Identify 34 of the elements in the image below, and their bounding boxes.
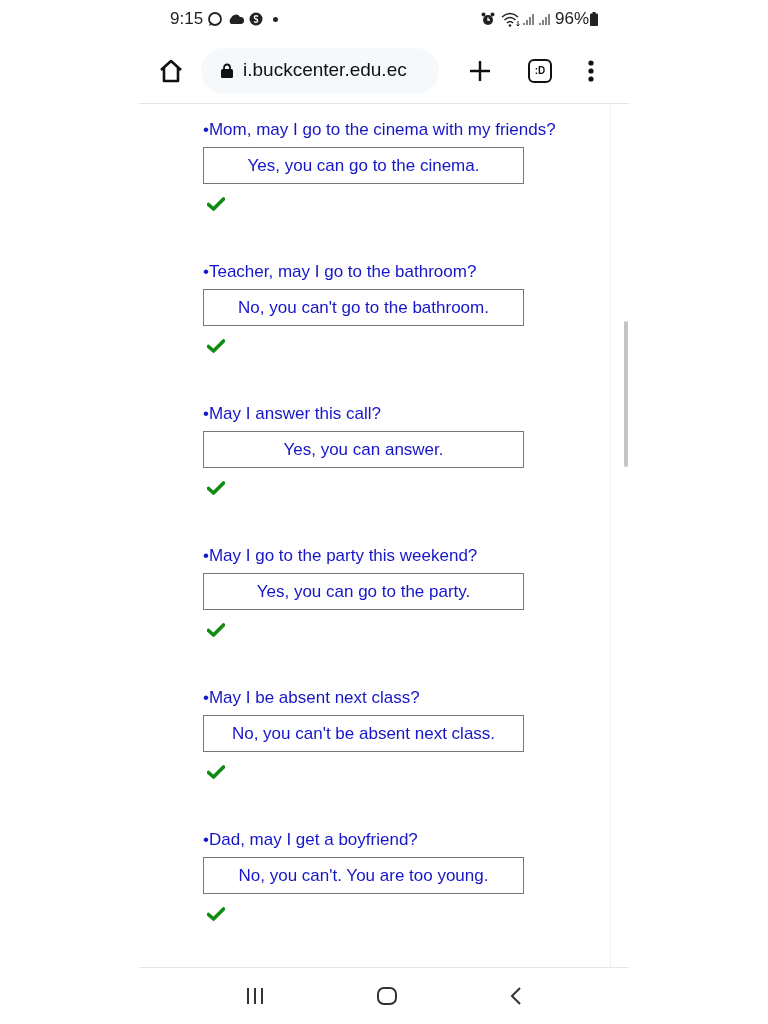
signal-icon <box>538 13 551 25</box>
question-text: •Dad, may I get a boyfriend? <box>203 829 419 851</box>
question-text: •May I be absent next class? <box>203 687 421 709</box>
question-text: •Teacher, may I go to the bathroom? <box>203 261 478 283</box>
alarm-icon <box>480 12 495 26</box>
question-text: •Mom, may I go to the cinema with my friends? <box>203 119 557 141</box>
plus-icon[interactable] <box>469 59 491 82</box>
battery-percent: 96% <box>554 8 589 31</box>
home-icon[interactable] <box>376 986 398 1006</box>
battery-icon <box>590 12 598 26</box>
home-icon[interactable] <box>158 58 184 83</box>
url-text: i.buckcenter.edu.ec <box>243 58 407 83</box>
clock-time: 9:15 <box>170 8 204 31</box>
answer-field[interactable]: Yes, you can go to the cinema. <box>203 147 524 184</box>
answer-field[interactable]: No, you can't be absent next class. <box>203 715 524 752</box>
signal-icon <box>522 13 535 25</box>
lock-icon <box>221 63 233 78</box>
answer-field[interactable]: No, you can't. You are too young. <box>203 857 524 894</box>
more-menu-icon[interactable] <box>588 59 594 82</box>
tab-switcher-button[interactable]: :D <box>528 58 552 83</box>
answer-field[interactable]: Yes, you can answer. <box>203 431 524 468</box>
wifi-icon <box>500 11 521 27</box>
recent-apps-icon[interactable] <box>244 987 265 1005</box>
chat-bubble-icon <box>207 11 224 27</box>
circle-badge-icon <box>249 12 264 26</box>
answer-field[interactable]: Yes, you can go to the party. <box>203 573 524 610</box>
dot-icon <box>273 16 279 22</box>
question-text: •May I answer this call? <box>203 403 382 425</box>
question-text: •May I go to the party this weekend? <box>203 545 479 567</box>
back-icon[interactable] <box>509 986 524 1006</box>
scrollbar[interactable] <box>624 321 628 467</box>
address-bar[interactable]: i.buckcenter.edu.ec <box>201 47 439 94</box>
answer-field[interactable]: No, you can't go to the bathroom. <box>203 289 524 326</box>
cloud-icon <box>227 13 246 25</box>
